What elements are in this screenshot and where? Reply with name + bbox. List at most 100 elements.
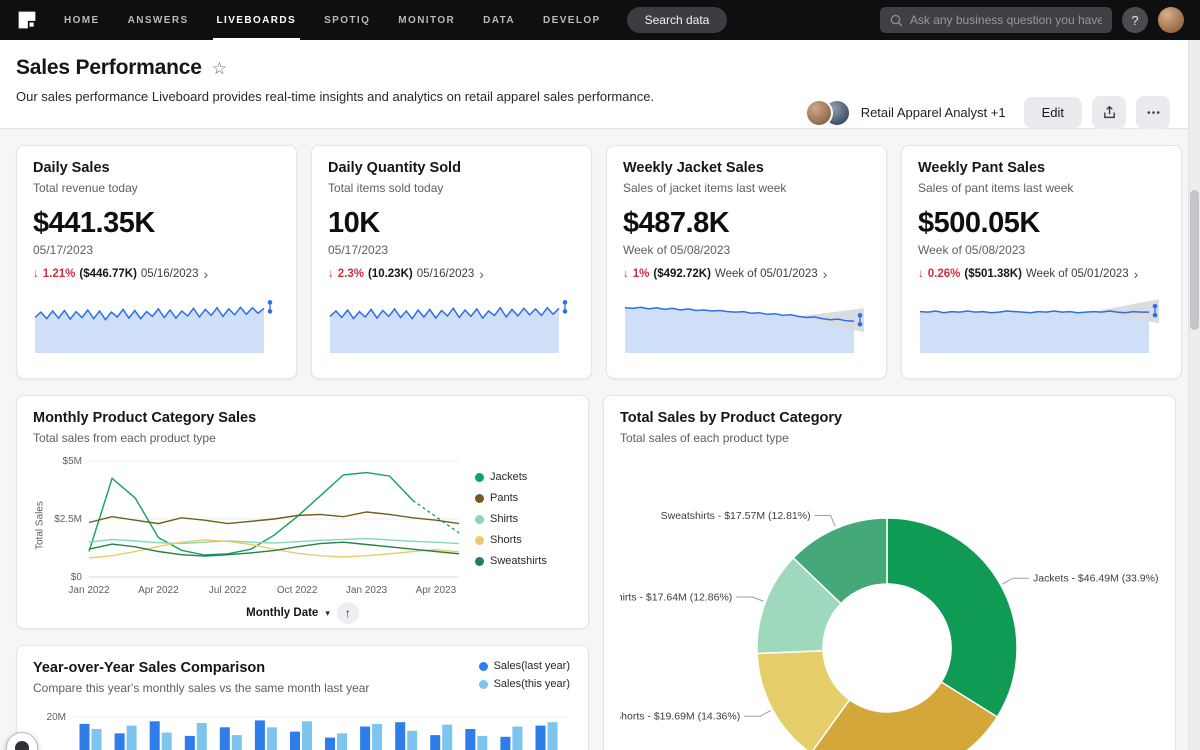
line-chart[interactable]: $0$2.5M$5MJan 2022Apr 2022Jul 2022Oct 20… bbox=[47, 451, 467, 601]
legend-label: Shirts bbox=[490, 513, 518, 525]
nav-liveboards[interactable]: LIVEBOARDS bbox=[217, 0, 297, 40]
svg-text:Jan 2022: Jan 2022 bbox=[68, 585, 110, 596]
svg-text:Apr 2022: Apr 2022 bbox=[138, 585, 179, 596]
nav-data[interactable]: DATA bbox=[483, 0, 515, 40]
kpi-value: $500.05K bbox=[918, 207, 1165, 240]
donut-chart[interactable]: Jackets - $46.49M (33.9%)Shorts - $19.69… bbox=[620, 453, 1161, 750]
share-button[interactable] bbox=[1092, 96, 1126, 129]
kpi-delta[interactable]: ↓ 1.21% ($446.77K) 05/16/2023 › bbox=[33, 267, 280, 281]
delta-previous-value: ($446.77K) bbox=[79, 268, 137, 280]
nav-develop[interactable]: DEVELOP bbox=[543, 0, 601, 40]
kpi-card-daily-sales[interactable]: Daily Sales Total revenue today $441.35K… bbox=[16, 145, 297, 379]
help-button[interactable]: ? bbox=[1122, 7, 1148, 33]
down-arrow-icon: ↓ bbox=[33, 268, 39, 280]
bar-chart[interactable]: 20M bbox=[33, 701, 574, 750]
author-avatars[interactable] bbox=[805, 99, 851, 127]
charts-row: Monthly Product Category Sales Total sal… bbox=[16, 395, 1176, 750]
search-data-button[interactable]: Search data bbox=[627, 7, 728, 33]
nav-answers[interactable]: ANSWERS bbox=[128, 0, 189, 40]
chevron-down-icon[interactable]: ▾ bbox=[325, 608, 330, 619]
down-arrow-icon: ↓ bbox=[623, 268, 629, 280]
monthly-category-sales-card[interactable]: Monthly Product Category Sales Total sal… bbox=[16, 395, 589, 629]
sparkline-chart[interactable] bbox=[328, 293, 575, 355]
liveboard-content: Daily Sales Total revenue today $441.35K… bbox=[0, 129, 1200, 750]
kpi-date: 05/17/2023 bbox=[33, 243, 280, 257]
sparkline-chart[interactable] bbox=[623, 293, 870, 355]
kpi-subtitle: Sales of jacket items last week bbox=[623, 181, 870, 195]
down-arrow-icon: ↓ bbox=[328, 268, 334, 280]
kpi-card-daily-quantity[interactable]: Daily Quantity Sold Total items sold tod… bbox=[311, 145, 592, 379]
legend-item-sales-last-year[interactable]: Sales(last year) bbox=[479, 660, 570, 672]
kpi-date: Week of 05/08/2023 bbox=[623, 243, 870, 257]
chart-subtitle: Total sales of each product type bbox=[620, 431, 1159, 445]
top-nav: HOME ANSWERS LIVEBOARDS SPOTIQ MONITOR D… bbox=[0, 0, 1200, 40]
thoughtspot-logo-icon[interactable] bbox=[16, 9, 38, 31]
sparkline-chart[interactable] bbox=[918, 293, 1165, 355]
legend-label: Sales(this year) bbox=[494, 678, 570, 690]
ask-question-input[interactable]: Ask any business question you have bbox=[880, 7, 1112, 33]
legend-dot bbox=[475, 494, 484, 503]
svg-text:Oct 2022: Oct 2022 bbox=[277, 585, 318, 596]
delta-previous-value: ($492.72K) bbox=[653, 268, 711, 280]
legend-item-shorts[interactable]: Shorts bbox=[475, 534, 567, 546]
yoy-sales-comparison-card[interactable]: Year-over-Year Sales Comparison Compare … bbox=[16, 645, 589, 750]
nav-home[interactable]: HOME bbox=[64, 0, 100, 40]
kpi-card-weekly-pant-sales[interactable]: Weekly Pant Sales Sales of pant items la… bbox=[901, 145, 1182, 379]
legend-item-jackets[interactable]: Jackets bbox=[475, 471, 567, 483]
nav-spotiq[interactable]: SPOTIQ bbox=[324, 0, 370, 40]
kpi-title: Daily Quantity Sold bbox=[328, 160, 575, 176]
chart-legend: Jackets Pants Shirts Shorts Sweatshirts bbox=[467, 451, 567, 601]
more-button[interactable] bbox=[1136, 96, 1170, 129]
primary-nav: HOME ANSWERS LIVEBOARDS SPOTIQ MONITOR D… bbox=[64, 0, 601, 40]
kpi-card-weekly-jacket-sales[interactable]: Weekly Jacket Sales Sales of jacket item… bbox=[606, 145, 887, 379]
ask-question-placeholder: Ask any business question you have bbox=[910, 13, 1102, 27]
delta-previous-value: (10.23K) bbox=[368, 268, 413, 280]
nav-monitor[interactable]: MONITOR bbox=[398, 0, 455, 40]
delta-period: Week of 05/01/2023 bbox=[1026, 268, 1129, 280]
favorite-star-icon[interactable]: ☆ bbox=[212, 60, 227, 77]
share-icon bbox=[1102, 105, 1117, 120]
chart-title: Monthly Product Category Sales bbox=[33, 410, 572, 426]
legend-item-sweatshirts[interactable]: Sweatshirts bbox=[475, 555, 567, 567]
svg-text:Sweatshirts - $17.57M (12.81%): Sweatshirts - $17.57M (12.81%) bbox=[661, 510, 811, 522]
search-icon bbox=[890, 14, 903, 27]
delta-percent: 1.21% bbox=[43, 268, 76, 280]
kpi-value: $441.35K bbox=[33, 207, 280, 240]
page-scrollbar[interactable] bbox=[1188, 40, 1200, 750]
axis-field-label[interactable]: Monthly Date bbox=[246, 607, 318, 619]
kpi-delta[interactable]: ↓ 1% ($492.72K) Week of 05/01/2023 › bbox=[623, 267, 870, 281]
legend-item-pants[interactable]: Pants bbox=[475, 492, 567, 504]
svg-text:Shorts - $19.69M (14.36%): Shorts - $19.69M (14.36%) bbox=[620, 711, 740, 723]
liveboard-app: HOME ANSWERS LIVEBOARDS SPOTIQ MONITOR D… bbox=[0, 0, 1200, 750]
chevron-right-icon: › bbox=[1134, 267, 1139, 281]
edit-button[interactable]: Edit bbox=[1024, 97, 1082, 128]
svg-text:Apr 2023: Apr 2023 bbox=[416, 585, 457, 596]
authors-label: Retail Apparel Analyst +1 bbox=[861, 105, 1006, 120]
legend-dot bbox=[475, 557, 484, 566]
scrollbar-thumb[interactable] bbox=[1190, 190, 1199, 330]
delta-previous-value: ($501.38K) bbox=[964, 268, 1022, 280]
chart-title: Total Sales by Product Category bbox=[620, 410, 1159, 426]
header-actions: Retail Apparel Analyst +1 Edit bbox=[805, 96, 1170, 129]
delta-percent: 1% bbox=[633, 268, 650, 280]
nav-right-cluster: Ask any business question you have ? bbox=[880, 7, 1184, 33]
legend-item-shirts[interactable]: Shirts bbox=[475, 513, 567, 525]
kpi-row: Daily Sales Total revenue today $441.35K… bbox=[16, 145, 1176, 379]
kpi-value: $487.8K bbox=[623, 207, 870, 240]
legend-dot bbox=[475, 515, 484, 524]
axis-up-button[interactable]: ↑ bbox=[337, 602, 359, 624]
more-dots-icon bbox=[1146, 105, 1161, 120]
legend-item-sales-this-year[interactable]: Sales(this year) bbox=[479, 678, 570, 690]
legend-dot bbox=[475, 473, 484, 482]
user-avatar[interactable] bbox=[1158, 7, 1184, 33]
down-arrow-icon: ↓ bbox=[918, 268, 924, 280]
sparkline-chart[interactable] bbox=[33, 293, 280, 355]
kpi-delta[interactable]: ↓ 0.26% ($501.38K) Week of 05/01/2023 › bbox=[918, 267, 1165, 281]
legend-dot bbox=[479, 680, 488, 689]
kpi-title: Daily Sales bbox=[33, 160, 280, 176]
kpi-subtitle: Sales of pant items last week bbox=[918, 181, 1165, 195]
author-avatar-1[interactable] bbox=[805, 99, 833, 127]
kpi-delta[interactable]: ↓ 2.3% (10.23K) 05/16/2023 › bbox=[328, 267, 575, 281]
legend-label: Pants bbox=[490, 492, 518, 504]
total-sales-by-category-card[interactable]: Total Sales by Product Category Total sa… bbox=[603, 395, 1176, 750]
